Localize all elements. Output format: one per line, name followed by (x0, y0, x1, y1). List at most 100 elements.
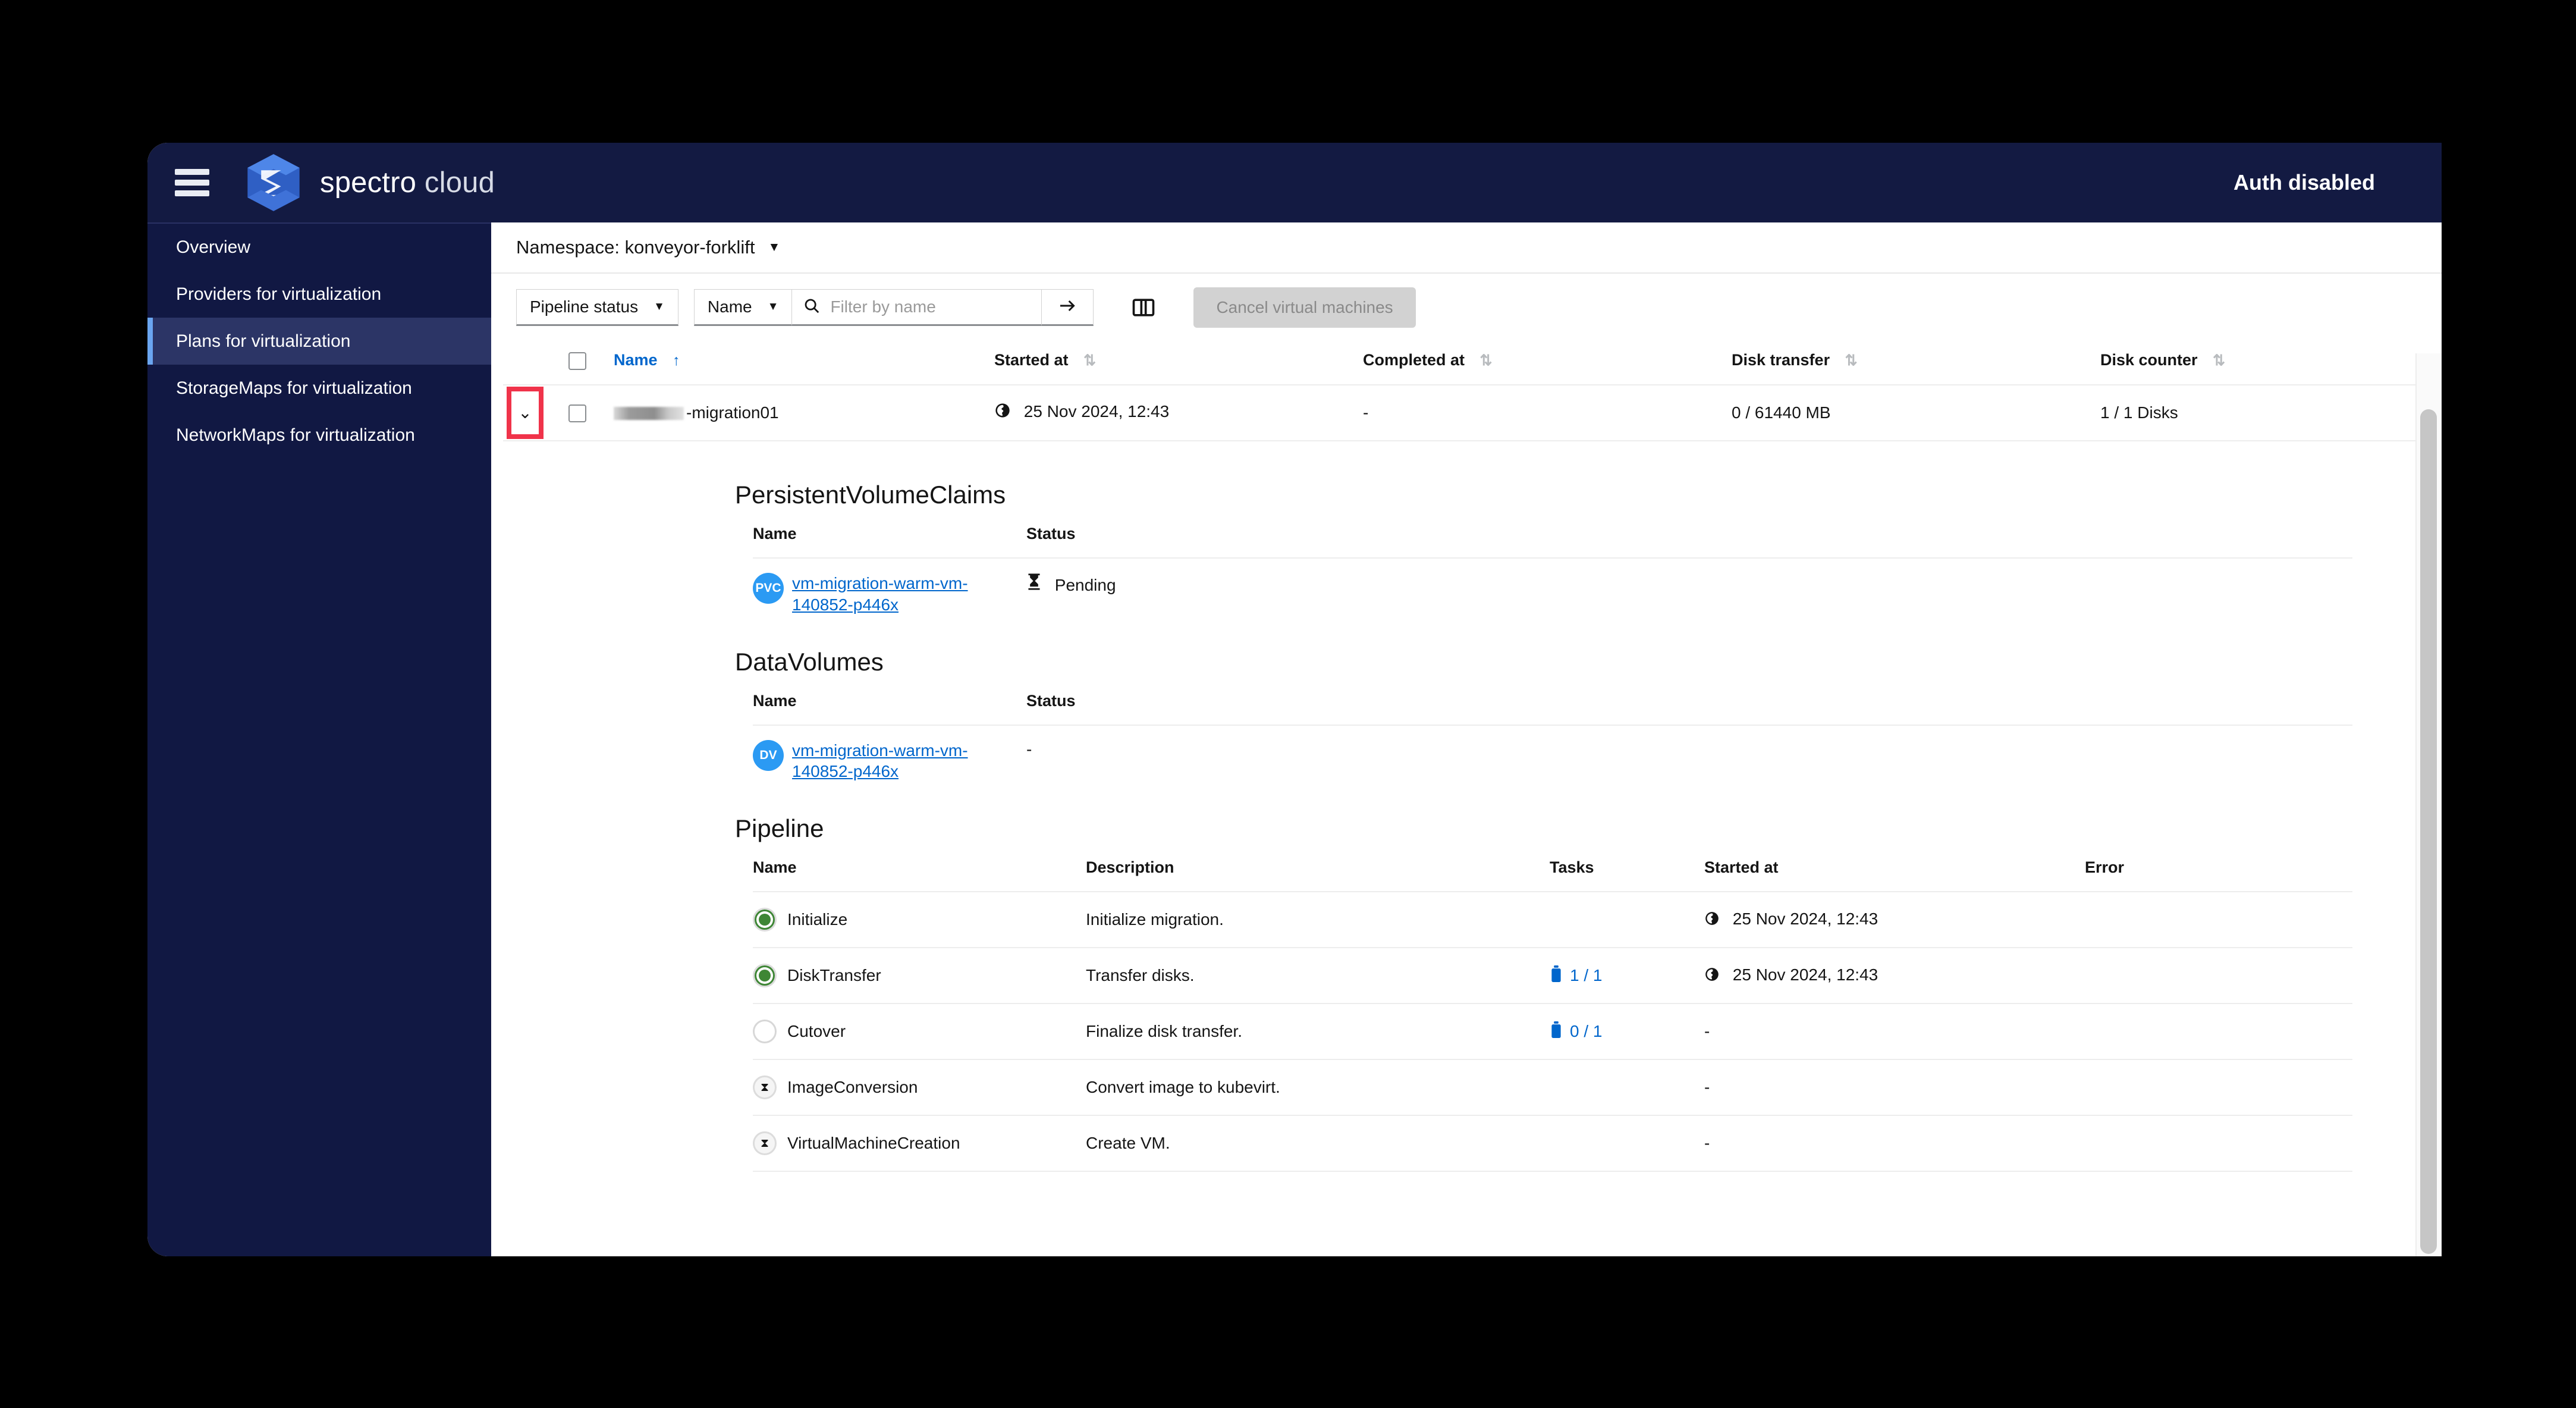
pipeline-step-description: Finalize disk transfer. (1086, 1003, 1550, 1060)
pipeline-step-name-cell: DiskTransfer (753, 947, 1086, 1004)
sort-none-icon: ⇅ (2213, 352, 2226, 369)
select-all-checkbox[interactable] (568, 352, 586, 370)
pipeline-step-started-at: - (1704, 1115, 2085, 1171)
column-header-started-at[interactable]: Started at ⇅ (994, 341, 1363, 385)
namespace-bar: Namespace: konveyor-forklift ▼ (491, 222, 2442, 274)
pipeline-step-started-at-cell: 25 Nov 2024, 12:43 (1704, 947, 2085, 1004)
table-row[interactable]: ⌄ -migration01 25 Nov 2024, 12:43 - 0 / … (503, 384, 2442, 441)
dv-badge-icon: DV (753, 739, 784, 771)
sidebar-item-label: StorageMaps for virtualization (176, 378, 412, 398)
pipeline-step-tasks-link[interactable]: 0 / 1 (1570, 1022, 1602, 1041)
pipeline-column-error: Error (2085, 858, 2125, 877)
column-header-label: Name (614, 351, 658, 369)
globe-icon (1704, 967, 1724, 986)
search-attribute-label: Name (707, 297, 752, 316)
pipeline-step-tasks (1550, 1059, 1704, 1116)
search-attribute-select[interactable]: Name ▼ (693, 289, 792, 326)
namespace-chevron-down-icon[interactable]: ▼ (768, 240, 780, 255)
tasks-icon (1550, 965, 1563, 986)
brand-logo-group: spectro cloud (243, 152, 495, 214)
vertical-scrollbar-thumb[interactable] (2420, 409, 2437, 1254)
pipeline-step-tasks (1550, 1115, 1704, 1171)
pipeline-row: DiskTransfer Transfer disks. 1 / 1 25 No… (753, 947, 2352, 1004)
pvc-status-cell: Pending (1026, 557, 2352, 630)
sidebar-item-label: Providers for virtualization (176, 284, 382, 304)
cancel-virtual-machines-button[interactable]: Cancel virtual machines (1193, 287, 1416, 328)
pipeline-row: Cutover Finalize disk transfer. 0 / 1 - (753, 1003, 2352, 1060)
dv-column-status: Status (1026, 691, 1076, 710)
sort-none-icon: ⇅ (1083, 352, 1097, 369)
sidebar-item-storagemaps-for-virtualization[interactable]: StorageMaps for virtualization (147, 365, 491, 412)
hourglass-icon (1026, 573, 1047, 594)
search-submit-button[interactable] (1041, 289, 1094, 326)
pvc-table: Name Status PVC vm-migration-warm-vm-140… (753, 525, 2352, 630)
pipeline-step-status-empty-icon (753, 1020, 777, 1044)
main-content-area: Namespace: konveyor-forklift ▼ Pipeline … (491, 222, 2442, 1256)
pvc-name-link[interactable]: vm-migration-warm-vm-140852-p446x (792, 573, 970, 616)
pipeline-step-name-cell: ⧗ ImageConversion (753, 1059, 1086, 1116)
expand-row-cell: ⌄ (503, 384, 568, 441)
pipeline-step-description: Transfer disks. (1086, 947, 1550, 1004)
spectro-cloud-logo-icon (243, 152, 304, 214)
pipeline-step-error (2085, 947, 2352, 1004)
pvc-badge-icon: PVC (753, 572, 784, 604)
column-header-name[interactable]: Name ↑ (614, 341, 994, 385)
expand-row-toggle[interactable]: ⌄ (507, 386, 544, 439)
sidebar-item-plans-for-virtualization[interactable]: Plans for virtualization (147, 318, 491, 365)
brand-secondary: cloud (424, 167, 495, 199)
migration-name: -migration01 (686, 403, 779, 422)
started-at-value: 25 Nov 2024, 12:43 (1023, 402, 1170, 421)
pipeline-row: ⧗ ImageConversion Convert image to kubev… (753, 1059, 2352, 1116)
dv-column-name: Name (753, 691, 797, 710)
pipeline-step-tasks-link[interactable]: 1 / 1 (1570, 966, 1602, 985)
redacted-name-mask (614, 407, 684, 421)
pipeline-step-tasks (1550, 891, 1704, 948)
pipeline-step-tasks-cell: 0 / 1 (1550, 1003, 1704, 1060)
sort-none-icon: ⇅ (1479, 352, 1493, 369)
pipeline-table: Name Description Tasks Started at Error … (753, 858, 2352, 1171)
pvc-row: PVC vm-migration-warm-vm-140852-p446x Pe… (753, 557, 2352, 630)
column-header-completed-at[interactable]: Completed at ⇅ (1363, 341, 1732, 385)
vertical-scrollbar-track[interactable] (2415, 353, 2442, 1256)
pipeline-step-status-done-icon (753, 964, 777, 988)
pipeline-step-started-at: - (1704, 1059, 2085, 1116)
sidebar-item-networkmaps-for-virtualization[interactable]: NetworkMaps for virtualization (147, 412, 491, 459)
column-header-disk-counter[interactable]: Disk counter ⇅ (2100, 341, 2442, 385)
filter-toolbar: Pipeline status ▼ Name ▼ Filter by name … (491, 274, 2442, 341)
pipeline-column-tasks: Tasks (1550, 858, 1594, 877)
row-select-cell (568, 384, 614, 441)
pipeline-step-name: ImageConversion (787, 1078, 918, 1097)
sidebar-navigation: Overview Providers for virtualization Pl… (147, 222, 491, 1256)
tasks-icon (1550, 1021, 1563, 1042)
sidebar-item-overview[interactable]: Overview (147, 224, 491, 271)
pvc-status-value: Pending (1054, 575, 1116, 594)
pipeline-step-name: VirtualMachineCreation (787, 1134, 960, 1153)
cell-completed-at: - (1363, 384, 1732, 441)
pipeline-header-row: Name Description Tasks Started at Error (753, 858, 2352, 892)
namespace-label: Namespace: konveyor-forklift (516, 237, 755, 258)
row-checkbox[interactable] (568, 404, 586, 423)
pipeline-step-name-cell: Cutover (753, 1003, 1086, 1060)
pipeline-step-name: Cutover (787, 1022, 846, 1041)
pipeline-step-status-done-icon (753, 908, 777, 932)
pipeline-row: Initialize Initialize migration. 25 Nov … (753, 891, 2352, 948)
arrow-right-icon (1058, 296, 1077, 318)
pipeline-step-name: DiskTransfer (787, 966, 881, 985)
column-header-disk-transfer[interactable]: Disk transfer ⇅ (1732, 341, 2100, 385)
column-manage-icon[interactable] (1127, 291, 1160, 324)
pipeline-table-bottom-divider (753, 1171, 2352, 1172)
search-group: Name ▼ (693, 289, 1094, 326)
dv-section-title: DataVolumes (735, 647, 884, 676)
pvc-section-title: PersistentVolumeClaims (735, 480, 1006, 509)
dv-name-link[interactable]: vm-migration-warm-vm-140852-p446x (792, 740, 970, 783)
pipeline-column-name: Name (753, 858, 797, 877)
pipeline-step-error (2085, 891, 2352, 948)
migrations-table: Name ↑ Started at ⇅ Completed at ⇅ Disk … (503, 341, 2442, 441)
sidebar-item-label: NetworkMaps for virtualization (176, 425, 415, 445)
cell-disk-counter: 1 / 1 Disks (2100, 384, 2442, 441)
search-input[interactable] (830, 297, 1031, 316)
sidebar-item-providers-for-virtualization[interactable]: Providers for virtualization (147, 271, 491, 318)
table-header-row: Name ↑ Started at ⇅ Completed at ⇅ Disk … (503, 341, 2442, 385)
hamburger-menu-icon[interactable] (175, 169, 209, 196)
pipeline-status-filter-select[interactable]: Pipeline status ▼ (516, 289, 678, 326)
